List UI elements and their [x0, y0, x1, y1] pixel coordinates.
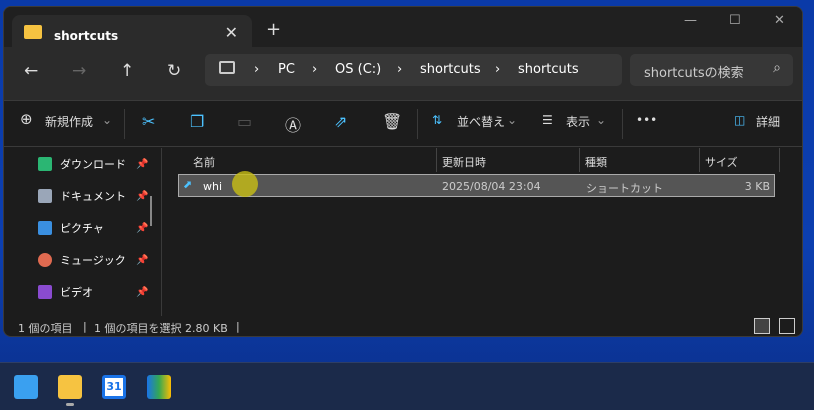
refresh-button[interactable]: ↻ — [167, 61, 181, 81]
back-button[interactable]: ← — [24, 61, 38, 81]
chevron-down-icon: ⌄ — [596, 113, 607, 127]
breadcrumb-pc[interactable]: PC — [278, 62, 295, 77]
pin-icon: 📌 — [136, 222, 149, 234]
calendar-icon[interactable]: 31 — [102, 375, 126, 399]
up-button[interactable]: ↑ — [120, 61, 134, 81]
pin-icon: 📌 — [136, 190, 149, 202]
share-icon[interactable]: ⇗ — [334, 112, 347, 131]
pin-icon: 📌 — [136, 254, 149, 266]
close-tab-icon[interactable]: ✕ — [225, 23, 238, 42]
file-modified: 2025/08/04 23:04 — [442, 180, 541, 193]
document-icon — [38, 189, 52, 203]
details-button[interactable]: 詳細 — [756, 113, 780, 130]
sidebar-item-documents[interactable]: ドキュメント 📌 — [38, 186, 148, 206]
column-type[interactable]: 種類 — [585, 154, 607, 170]
tab-title: shortcuts — [54, 29, 119, 43]
file-explorer-taskbar-icon[interactable] — [58, 375, 82, 399]
sidebar-item-downloads[interactable]: ダウンロード 📌 — [38, 154, 148, 174]
start-icon[interactable] — [14, 375, 38, 399]
search-box[interactable]: shortcutsの検索 ⌕ — [630, 54, 793, 86]
taskbar: 31 — [0, 362, 814, 410]
view-list-icon: ☰ — [542, 113, 553, 127]
file-name: whi — [203, 180, 223, 193]
column-size[interactable]: サイズ — [705, 154, 738, 170]
view-button[interactable]: 表示 — [566, 113, 590, 130]
column-header: 名前 更新日時 種類 サイズ — [163, 148, 802, 172]
sidebar-item-music[interactable]: ミュージック 📌 — [38, 250, 148, 270]
sort-button[interactable]: 並べ替え — [457, 113, 505, 130]
details-pane-icon: ◫ — [734, 113, 746, 127]
command-bar: ⊕ 新規作成 ⌄ ✂ ❐ ▭ Ⓐ ⇗ 🗑 ⇅ 並べ替え ⌄ ☰ 表示 ⌄ •••… — [4, 101, 802, 147]
pin-icon: 📌 — [136, 158, 149, 170]
new-tab-button[interactable]: + — [266, 19, 281, 40]
copy-icon[interactable]: ❐ — [190, 112, 204, 131]
status-bar: 1 個の項目 | 1 個の項目を選択 2.80 KB | — [4, 316, 802, 336]
pin-icon: 📌 — [136, 286, 149, 298]
cursor-highlight — [232, 171, 258, 197]
cut-icon[interactable]: ✂ — [142, 112, 155, 131]
search-icon: ⌕ — [773, 60, 781, 76]
file-explorer-window: shortcuts ✕ + — ☐ ✕ ← → ↑ ↻ › PC › OS (C… — [3, 6, 803, 337]
tiles-view-toggle[interactable] — [779, 318, 795, 334]
column-divider — [779, 148, 780, 172]
title-bar: shortcuts ✕ + — ☐ ✕ — [4, 7, 802, 53]
breadcrumb-shortcuts[interactable]: shortcuts — [420, 62, 481, 77]
forward-button[interactable]: → — [72, 61, 86, 81]
address-bar[interactable]: › PC › OS (C:) › shortcuts › shortcuts — [205, 54, 622, 86]
sidebar-item-videos[interactable]: ビデオ 📌 — [38, 282, 148, 302]
close-window-button[interactable]: ✕ — [774, 13, 785, 28]
item-count: 1 個の項目 — [18, 322, 73, 335]
meet-icon[interactable] — [147, 375, 171, 399]
column-divider — [579, 148, 580, 172]
divider — [622, 109, 623, 139]
music-icon — [38, 253, 52, 267]
active-indicator — [66, 403, 74, 406]
sort-icon: ⇅ — [432, 113, 443, 127]
breadcrumb-sep-icon: › — [312, 62, 318, 77]
computer-icon — [219, 61, 235, 74]
file-size: 3 KB — [744, 180, 770, 193]
more-options-button[interactable]: ••• — [636, 113, 657, 127]
column-divider — [699, 148, 700, 172]
file-row[interactable]: ⬈ whi 2025/08/04 23:04 ショートカット 3 KB — [178, 174, 775, 197]
sidebar-scrollbar[interactable] — [150, 196, 152, 226]
maximize-button[interactable]: ☐ — [729, 13, 741, 28]
breadcrumb-sep-icon: › — [495, 62, 501, 77]
picture-icon — [38, 221, 52, 235]
chevron-down-icon: ⌄ — [507, 113, 518, 127]
folder-icon — [24, 25, 42, 39]
minimize-button[interactable]: — — [684, 13, 697, 28]
breadcrumb-sep-icon: › — [254, 62, 260, 77]
divider — [124, 109, 125, 139]
breadcrumb-sep-icon: › — [397, 62, 403, 77]
rename-icon[interactable]: Ⓐ — [285, 112, 301, 136]
file-type: ショートカット — [586, 182, 663, 195]
navigation-pane: ダウンロード 📌 ドキュメント 📌 ピクチャ 📌 ミュージック 📌 ビデオ 📌 — [4, 148, 162, 316]
column-divider — [436, 148, 437, 172]
breadcrumb-drive[interactable]: OS (C:) — [335, 62, 381, 77]
column-name[interactable]: 名前 — [193, 154, 215, 170]
plus-circle-icon: ⊕ — [20, 110, 33, 128]
download-icon — [38, 157, 52, 171]
search-input[interactable]: shortcutsの検索 — [644, 62, 744, 81]
chevron-down-icon: ⌄ — [102, 113, 113, 127]
divider — [417, 109, 418, 139]
paste-icon[interactable]: ▭ — [237, 112, 252, 131]
navigation-bar: ← → ↑ ↻ › PC › OS (C:) › shortcuts › sho… — [4, 47, 802, 101]
video-icon — [38, 285, 52, 299]
selection-info: 1 個の項目を選択 2.80 KB — [94, 322, 228, 335]
column-modified[interactable]: 更新日時 — [442, 154, 486, 170]
sidebar-item-pictures[interactable]: ピクチャ 📌 — [38, 218, 148, 238]
shortcut-icon: ⬈ — [183, 178, 193, 191]
delete-icon[interactable]: 🗑 — [382, 112, 402, 131]
breadcrumb-shortcuts-current[interactable]: shortcuts — [518, 62, 579, 77]
details-view-toggle[interactable] — [754, 318, 770, 334]
new-button[interactable]: 新規作成 — [45, 113, 93, 130]
